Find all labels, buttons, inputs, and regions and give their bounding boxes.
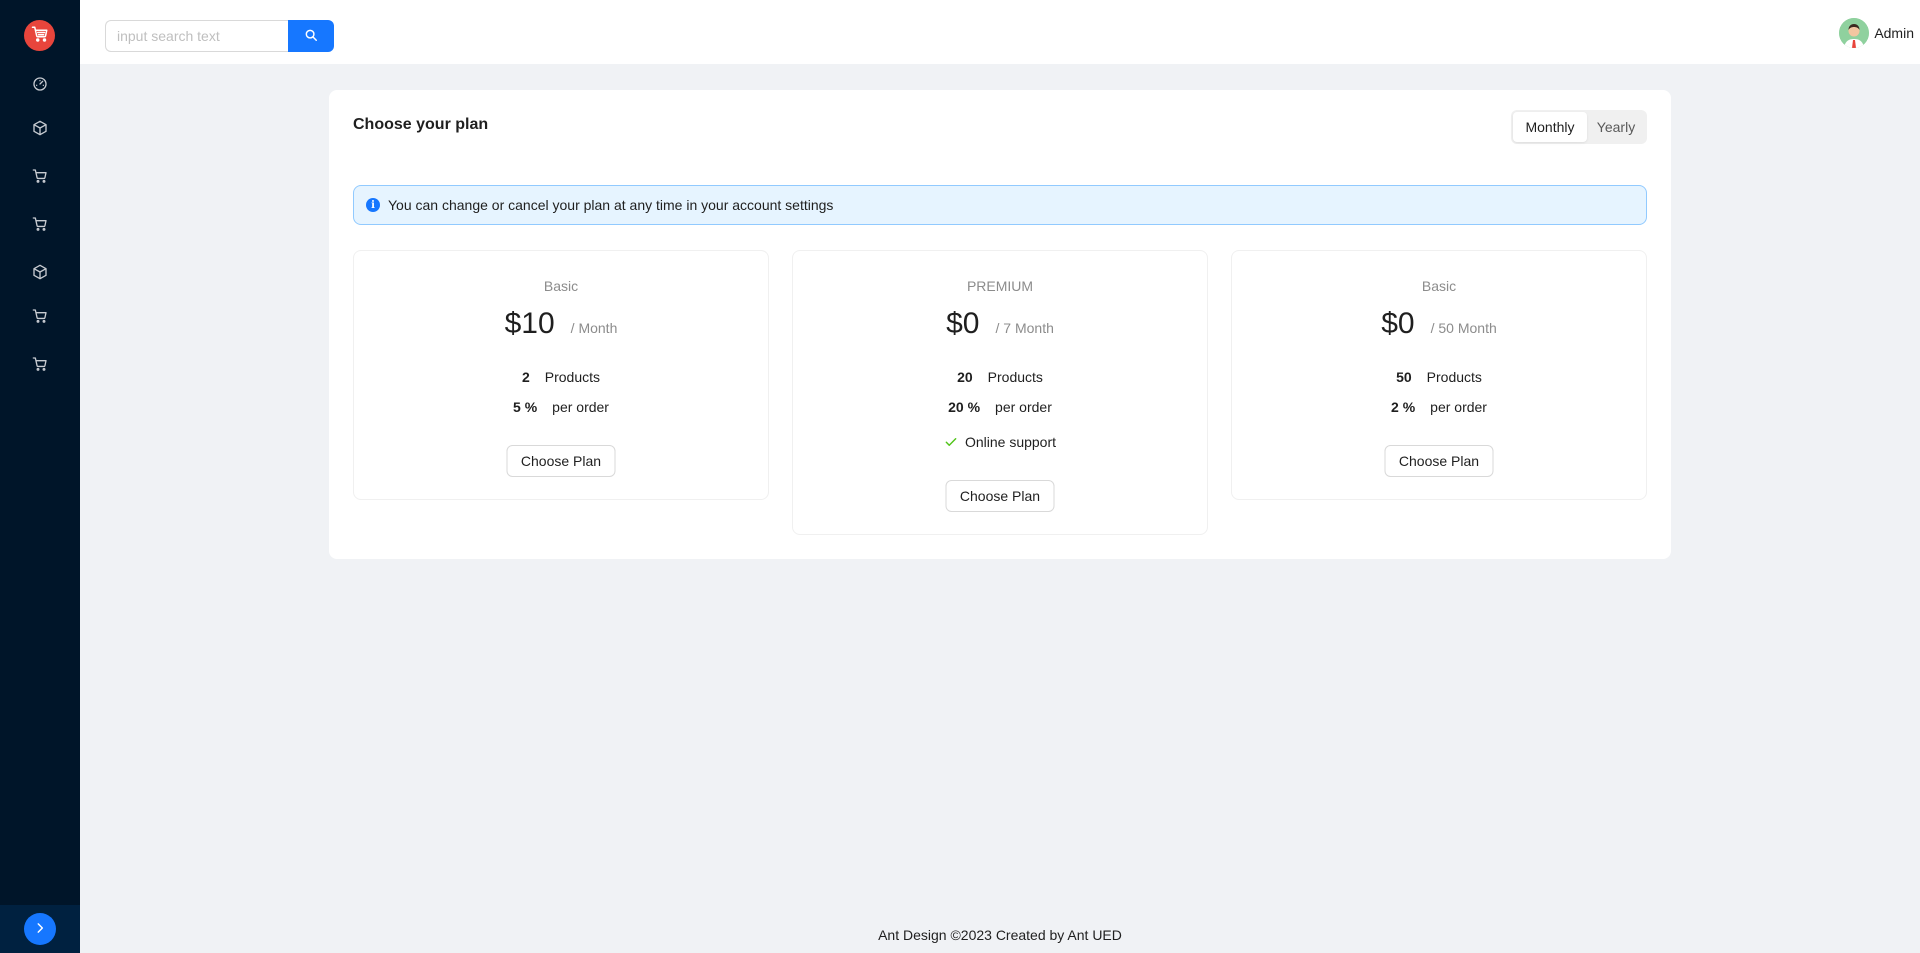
sidebar-item-plans[interactable] bbox=[30, 355, 50, 375]
sidebar bbox=[0, 0, 80, 953]
plan-name: PREMIUM bbox=[966, 278, 1034, 294]
plan-price: $0 bbox=[946, 307, 980, 340]
feature-commission: 5 % per order bbox=[354, 399, 768, 415]
sidebar-item-products[interactable] bbox=[30, 119, 50, 139]
choose-plan-button[interactable]: Choose Plan bbox=[506, 445, 616, 477]
billing-option-monthly[interactable]: Monthly bbox=[1513, 112, 1587, 142]
feature-products: 2 Products bbox=[354, 369, 768, 385]
search-input[interactable] bbox=[105, 20, 288, 52]
avatar bbox=[1839, 18, 1870, 48]
choose-plan-button[interactable]: Choose Plan bbox=[945, 480, 1055, 512]
cart-icon bbox=[32, 216, 48, 235]
collapse-sidebar-button[interactable] bbox=[24, 913, 56, 945]
search-bar bbox=[105, 20, 334, 52]
plan-card-basic-2: Basic $0 / 50 Month 50 Products 2 % per … bbox=[1231, 250, 1647, 500]
logo[interactable] bbox=[24, 20, 55, 51]
footer-text: Ant Design ©2023 Created by Ant UED bbox=[878, 927, 1122, 943]
plan-price: $10 bbox=[504, 307, 555, 340]
commission-value: 5 % bbox=[513, 399, 538, 415]
box-icon bbox=[32, 120, 48, 139]
commission-label: per order bbox=[1430, 399, 1487, 415]
products-label: Products bbox=[1426, 369, 1482, 385]
cart-icon bbox=[32, 356, 48, 375]
products-label: Products bbox=[987, 369, 1043, 385]
feature-support: Online support bbox=[793, 434, 1207, 450]
check-icon bbox=[944, 435, 958, 449]
products-count: 2 bbox=[521, 369, 530, 385]
info-alert: i You can change or cancel your plan at … bbox=[353, 185, 1647, 225]
cart-icon bbox=[32, 308, 48, 327]
user-menu[interactable]: Admin bbox=[1839, 18, 1914, 48]
feature-products: 20 Products bbox=[793, 369, 1207, 385]
header: Admin bbox=[80, 0, 1920, 64]
sidebar-item-orders[interactable] bbox=[30, 167, 50, 187]
sidebar-item-inventory[interactable] bbox=[30, 263, 50, 283]
search-icon bbox=[304, 28, 318, 45]
sidebar-item-dashboard[interactable] bbox=[30, 75, 50, 95]
billing-period-toggle: Monthly Yearly bbox=[1511, 110, 1647, 144]
plan-card: Choose your plan Monthly Yearly i You ca… bbox=[329, 90, 1671, 559]
user-name: Admin bbox=[1874, 25, 1914, 41]
footer: Ant Design ©2023 Created by Ant UED bbox=[80, 917, 1920, 953]
sidebar-item-shop[interactable] bbox=[30, 307, 50, 327]
plan-period: / 7 Month bbox=[995, 320, 1054, 336]
search-button[interactable] bbox=[288, 20, 334, 52]
feature-commission: 20 % per order bbox=[793, 399, 1207, 415]
commission-value: 2 % bbox=[1391, 399, 1416, 415]
billing-option-yearly[interactable]: Yearly bbox=[1587, 112, 1645, 142]
plan-period: / Month bbox=[570, 320, 618, 336]
alert-message: You can change or cancel your plan at an… bbox=[388, 197, 834, 213]
products-count: 50 bbox=[1396, 369, 1412, 385]
plan-period: / 50 Month bbox=[1430, 320, 1497, 336]
dashboard-icon bbox=[32, 76, 48, 95]
plan-name: Basic bbox=[543, 278, 579, 294]
support-label: Online support bbox=[964, 434, 1057, 450]
info-icon: i bbox=[366, 198, 380, 212]
price-row: $0 / 7 Month bbox=[793, 307, 1207, 341]
plan-card-basic: Basic $10 / Month 2 Products 5 % per ord… bbox=[353, 250, 769, 500]
commission-value: 20 % bbox=[948, 399, 981, 415]
commission-label: per order bbox=[552, 399, 609, 415]
cart-icon bbox=[32, 168, 48, 187]
feature-products: 50 Products bbox=[1232, 369, 1646, 385]
box-icon bbox=[32, 264, 48, 283]
page-title: Choose your plan bbox=[353, 116, 489, 133]
choose-plan-button[interactable]: Choose Plan bbox=[1384, 445, 1494, 477]
products-count: 20 bbox=[957, 369, 973, 385]
plan-price: $0 bbox=[1381, 307, 1415, 340]
price-row: $10 / Month bbox=[354, 307, 768, 341]
commission-label: per order bbox=[995, 399, 1052, 415]
price-row: $0 / 50 Month bbox=[1232, 307, 1646, 341]
sidebar-item-cart[interactable] bbox=[30, 215, 50, 235]
chevron-right-icon bbox=[33, 921, 47, 938]
products-label: Products bbox=[544, 369, 601, 385]
plan-name: Basic bbox=[1421, 278, 1457, 294]
feature-commission: 2 % per order bbox=[1232, 399, 1646, 415]
plan-card-premium: PREMIUM $0 / 7 Month 20 Products 20 % pe… bbox=[792, 250, 1208, 535]
shopping-cart-icon bbox=[31, 25, 49, 46]
